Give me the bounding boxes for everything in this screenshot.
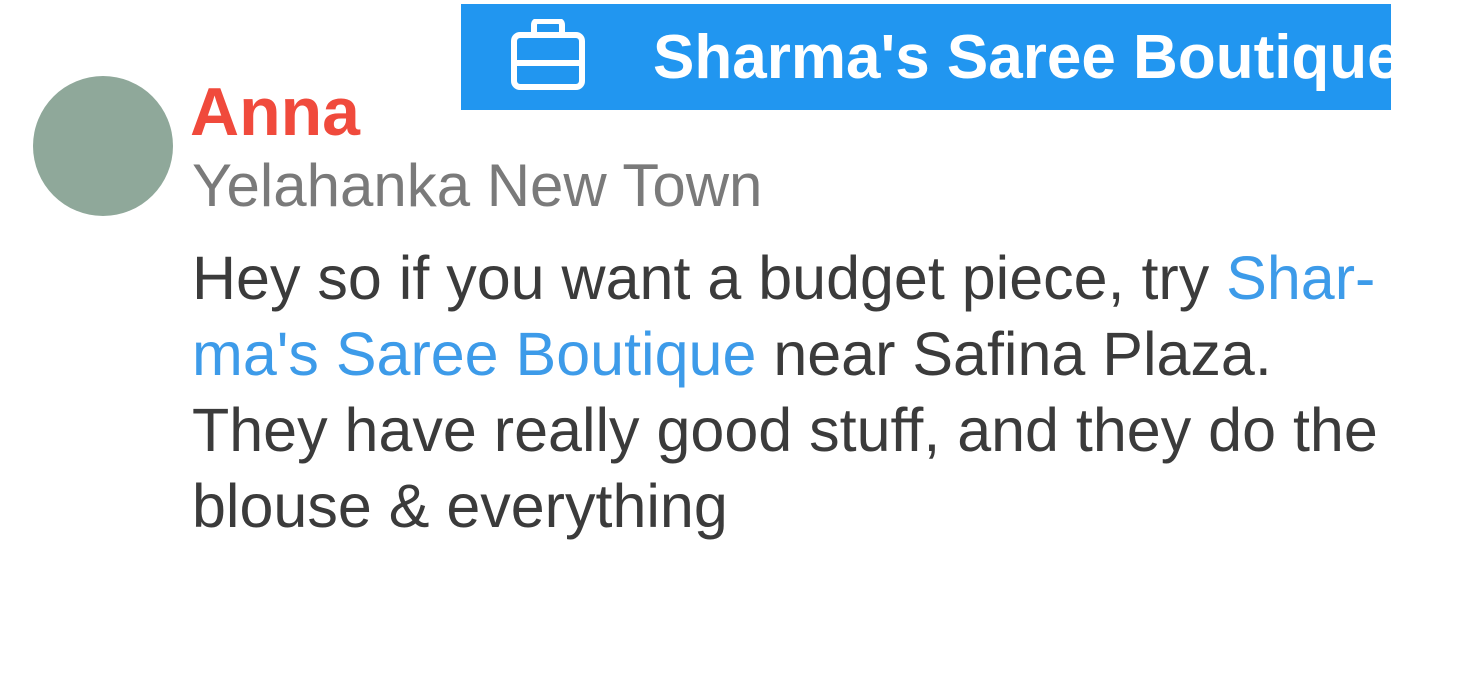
business-chip-button[interactable]: Sharma's Saree Boutique bbox=[461, 4, 1402, 110]
business-chip-label: Sharma's Saree Boutique bbox=[653, 23, 1402, 92]
business-link[interactable]: Shar- bbox=[1226, 244, 1375, 312]
message-line-1: Hey so if you want a budget piece, try S… bbox=[192, 240, 1412, 316]
author-name[interactable]: Anna bbox=[190, 74, 360, 150]
message-line-2: ma's Saree Boutique near Safina Plaza. bbox=[192, 316, 1412, 392]
message-body: Hey so if you want a budget piece, try S… bbox=[192, 240, 1412, 544]
author-location: Yelahanka New Town bbox=[192, 152, 763, 219]
message-text: near Safina Plaza. bbox=[756, 320, 1272, 388]
briefcase-icon bbox=[510, 18, 586, 91]
business-link[interactable]: ma's Saree Boutique bbox=[192, 320, 756, 388]
avatar[interactable] bbox=[33, 76, 173, 216]
review-card: Sharma's Saree Boutique Anna Yelahanka N… bbox=[0, 0, 1462, 681]
message-text: Hey so if you want a budget piece, try bbox=[192, 244, 1227, 312]
message-line-3: They have really good stuff, and they do… bbox=[192, 396, 1378, 464]
message-line-4: blouse & everything bbox=[192, 472, 728, 540]
